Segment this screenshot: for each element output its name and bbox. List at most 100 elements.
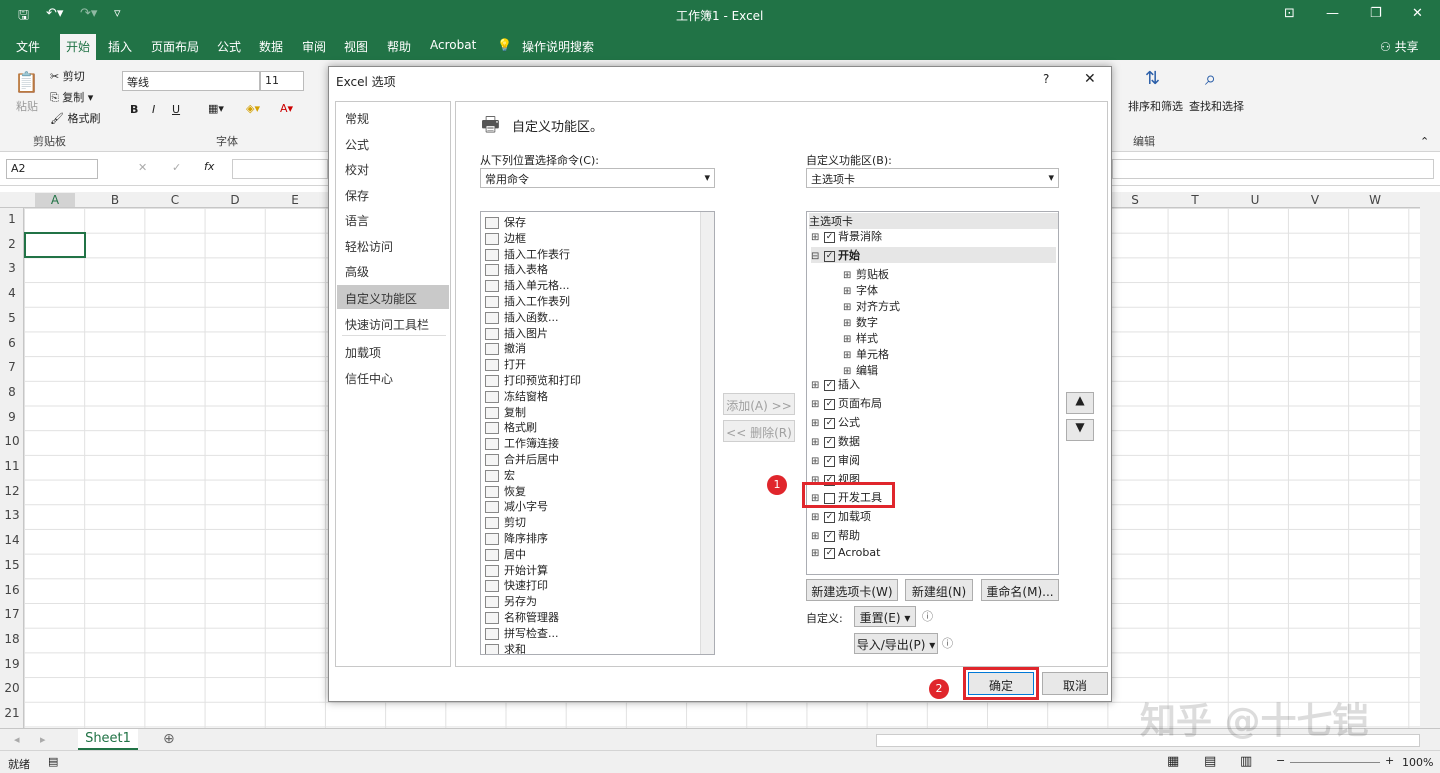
- command-item[interactable]: 打印预览和打印: [485, 372, 581, 388]
- expand-icon[interactable]: ⊞: [843, 334, 852, 345]
- tab-review[interactable]: 审阅: [302, 38, 326, 55]
- undo-icon[interactable]: ↶▾: [46, 6, 63, 21]
- choose-commands-select[interactable]: 常用命令 ▾: [480, 168, 715, 188]
- restore-icon[interactable]: ❐: [1370, 6, 1382, 21]
- formula-input-right[interactable]: [1112, 159, 1434, 179]
- customize-ribbon-select[interactable]: 主选项卡 ▾: [806, 168, 1059, 188]
- command-item[interactable]: 工作簿连接: [485, 435, 559, 451]
- formula-input[interactable]: [232, 159, 328, 179]
- expand-icon[interactable]: ⊞: [811, 512, 820, 523]
- cut-button[interactable]: ✂ 剪切: [50, 68, 85, 84]
- col-header-c[interactable]: C: [165, 193, 185, 207]
- nav-general[interactable]: 常规: [345, 110, 369, 127]
- tab-formulas[interactable]: 公式: [217, 38, 241, 55]
- nav-trust-center[interactable]: 信任中心: [345, 370, 393, 387]
- expand-icon[interactable]: ⊞: [843, 350, 852, 361]
- nav-save[interactable]: 保存: [345, 187, 369, 204]
- nav-language[interactable]: 语言: [345, 212, 369, 229]
- normal-view-icon[interactable]: ▦: [1167, 754, 1179, 769]
- tab-page-layout[interactable]: 页面布局: [151, 38, 199, 55]
- tree-node[interactable]: ⊞ 字体: [843, 282, 878, 298]
- nav-advanced[interactable]: 高级: [345, 263, 369, 280]
- nav-accessibility[interactable]: 轻松访问: [345, 238, 393, 255]
- command-item[interactable]: 宏: [485, 467, 515, 483]
- page-break-view-icon[interactable]: ▥: [1240, 754, 1252, 769]
- commands-list[interactable]: 保存 边框 插入工作表行 插入表格 插入单元格... 插入工作表列 插入函数... 插入图片撤…: [480, 211, 715, 655]
- tree-node[interactable]: ⊞ ✓ 背景消除: [811, 228, 882, 244]
- redo-icon[interactable]: ↷▾: [80, 6, 97, 21]
- save-icon[interactable]: 🖫: [18, 6, 29, 28]
- macro-record-icon[interactable]: ▤: [48, 755, 58, 768]
- tree-node[interactable]: ⊞ ✓ 帮助: [811, 527, 860, 543]
- sheet-tab-sheet1[interactable]: Sheet1: [78, 729, 138, 750]
- tree-checkbox[interactable]: ✓: [824, 511, 835, 523]
- expand-icon[interactable]: ⊞: [843, 270, 852, 281]
- row-header-20[interactable]: 20: [0, 681, 24, 695]
- tab-home[interactable]: 开始: [60, 34, 97, 60]
- expand-icon[interactable]: ⊞: [811, 399, 820, 410]
- expand-icon[interactable]: ⊞: [811, 548, 820, 559]
- help-button[interactable]: ?: [1043, 72, 1049, 86]
- find-select-button[interactable]: 查找和选择: [1189, 98, 1244, 114]
- col-header-a[interactable]: A: [35, 193, 75, 207]
- sheet-nav-right-icon[interactable]: ▸: [40, 733, 46, 746]
- share-button[interactable]: ⚇ 共享: [1380, 38, 1419, 55]
- command-item[interactable]: 插入单元格...: [485, 277, 570, 293]
- cancel-entry-icon[interactable]: ✕: [138, 161, 147, 174]
- tree-checkbox[interactable]: ✓: [824, 398, 835, 410]
- tree-checkbox[interactable]: ✓: [824, 455, 835, 467]
- tell-me-search[interactable]: 操作说明搜索: [522, 38, 594, 55]
- commands-scrollbar[interactable]: [700, 212, 714, 654]
- col-header-w[interactable]: W: [1365, 193, 1385, 207]
- command-item[interactable]: 另存为: [485, 593, 537, 609]
- tree-checkbox[interactable]: ✓: [824, 436, 835, 448]
- row-header-13[interactable]: 13: [0, 508, 24, 522]
- command-item[interactable]: 剪切: [485, 514, 526, 530]
- insert-function-icon[interactable]: fx: [204, 160, 214, 173]
- tab-acrobat[interactable]: Acrobat: [430, 38, 476, 52]
- tree-node[interactable]: ⊞ ✓ 数据: [811, 433, 860, 449]
- tree-checkbox[interactable]: ✓: [824, 231, 835, 243]
- row-header-4[interactable]: 4: [0, 286, 24, 300]
- tree-node[interactable]: ⊞ ✓ 页面布局: [811, 395, 882, 411]
- command-item[interactable]: 合并后居中: [485, 451, 559, 467]
- command-item[interactable]: 名称管理器: [485, 609, 559, 625]
- customize-qat-icon[interactable]: ▿: [114, 6, 121, 21]
- expand-icon[interactable]: ⊟: [811, 251, 820, 262]
- col-header-b[interactable]: B: [105, 193, 125, 207]
- command-item[interactable]: 插入工作表列: [485, 293, 570, 309]
- collapse-ribbon-icon[interactable]: ⌃: [1420, 135, 1429, 148]
- ok-button[interactable]: 确定: [968, 672, 1034, 695]
- row-header-17[interactable]: 17: [0, 607, 24, 621]
- tree-node[interactable]: ⊞ ✓ 插入: [811, 376, 860, 392]
- tree-node[interactable]: ⊞ 样式: [843, 330, 878, 346]
- command-item[interactable]: 撤消: [485, 340, 526, 356]
- close-window-icon[interactable]: ✕: [1412, 6, 1423, 21]
- col-header-s[interactable]: S: [1125, 193, 1145, 207]
- row-header-11[interactable]: 11: [0, 459, 24, 473]
- page-layout-view-icon[interactable]: ▤: [1204, 754, 1216, 769]
- rename-button[interactable]: 重命名(M)...: [981, 579, 1059, 601]
- font-size-combo[interactable]: 11: [260, 71, 304, 91]
- row-header-10[interactable]: 10: [0, 434, 24, 448]
- dialog-close-button[interactable]: ✕: [1084, 71, 1096, 87]
- reset-button[interactable]: 重置(E) ▾: [854, 606, 916, 627]
- row-header-8[interactable]: 8: [0, 385, 24, 399]
- expand-icon[interactable]: ⊞: [843, 318, 852, 329]
- sheet-nav-left-icon[interactable]: ◂: [14, 733, 20, 746]
- row-header-14[interactable]: 14: [0, 533, 24, 547]
- expand-icon[interactable]: ⊞: [811, 531, 820, 542]
- tab-data[interactable]: 数据: [259, 38, 283, 55]
- tree-node[interactable]: ⊟ ✓ 开始: [811, 247, 1056, 263]
- row-header-1[interactable]: 1: [0, 212, 24, 226]
- nav-quick-access[interactable]: 快速访问工具栏: [345, 316, 429, 333]
- tree-node[interactable]: ⊞ 对齐方式: [843, 298, 900, 314]
- new-group-button[interactable]: 新建组(N): [905, 579, 973, 601]
- command-item[interactable]: 减小字号: [485, 498, 548, 514]
- row-header-18[interactable]: 18: [0, 632, 24, 646]
- command-item[interactable]: 格式刷: [485, 419, 537, 435]
- tree-checkbox[interactable]: ✓: [824, 547, 835, 559]
- command-item[interactable]: 插入工作表行: [485, 246, 570, 262]
- col-header-t[interactable]: T: [1185, 193, 1205, 207]
- expand-icon[interactable]: ⊞: [843, 286, 852, 297]
